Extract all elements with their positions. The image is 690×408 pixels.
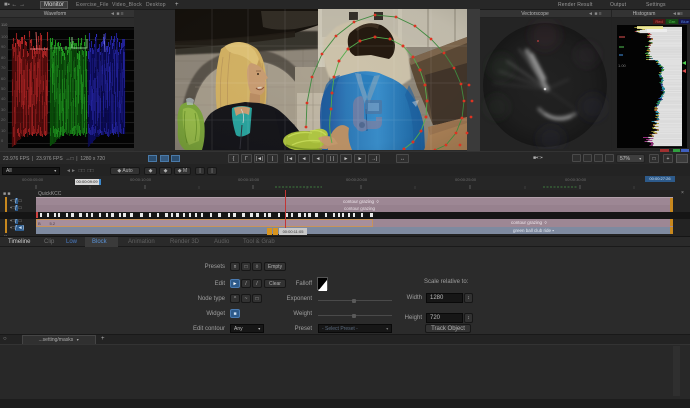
svg-text:1.00: 1.00 — [618, 63, 627, 68]
